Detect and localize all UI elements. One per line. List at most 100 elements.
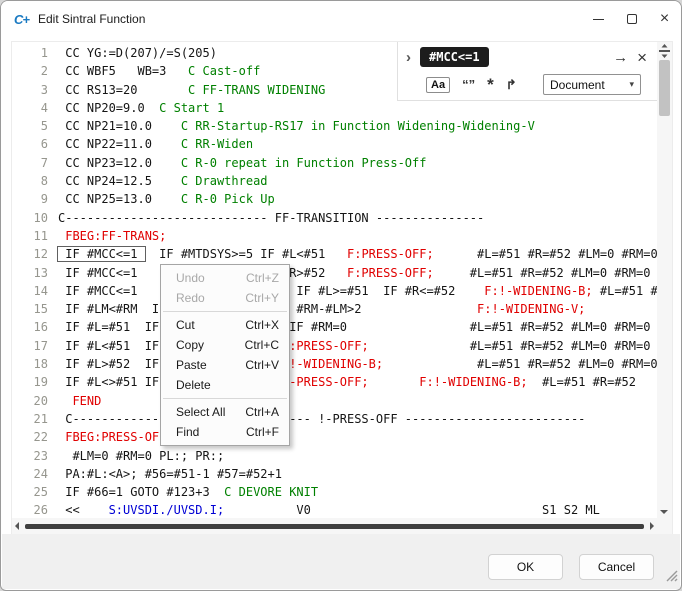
chevron-down-icon: ▾ <box>629 79 634 90</box>
line-number: 25 <box>12 483 48 501</box>
editor-context-menu: UndoCtrl+ZRedoCtrl+Y CutCtrl+XCopyCtrl+CP… <box>160 264 290 446</box>
sintral-code-editor: 1234567891011121314151617181920212223242… <box>11 41 673 535</box>
cancel-button[interactable]: Cancel <box>579 554 654 580</box>
code-segment: F:!-WIDENING-B; <box>275 357 383 371</box>
scroll-down-arrow-icon[interactable] <box>660 510 668 514</box>
code-line: #LM=0 #RM=0 PL:; PR:; <box>58 447 657 465</box>
code-segment: C RR-Widen <box>181 137 253 151</box>
scroll-left-arrow-icon[interactable] <box>15 522 19 530</box>
code-line: PA:#L:<A>; #56=#51-1 #57=#52+1 <box>58 465 657 483</box>
line-number: 20 <box>12 392 48 410</box>
code-segment: CC NP21=10.0 <box>58 119 181 133</box>
menu-item-copy[interactable]: CopyCtrl+C <box>161 335 289 355</box>
code-line: << S:UVSDI./UVSD.I; V0 S1 S2 ML <box>58 501 657 518</box>
menu-item-cut[interactable]: CutCtrl+X <box>161 315 289 335</box>
code-segment: FEND <box>58 394 101 408</box>
code-line: CC NP24=12.5 C Drawthread <box>58 172 657 190</box>
horizontal-scrollbar[interactable] <box>12 518 657 534</box>
code-line: CC NP20=9.0 C Start 1 <box>58 99 657 117</box>
edit-sintral-function-dialog: C+ Edit Sintral Function × 1234567891011… <box>0 0 682 591</box>
code-segment: FBEG:FF-TRANS; <box>58 229 166 243</box>
menu-item-label: Select All <box>176 405 225 419</box>
line-number: 10 <box>12 209 48 227</box>
menu-item-find[interactable]: FindCtrl+F <box>161 422 289 442</box>
code-line: CC NP25=13.0 C R-0 Pick Up <box>58 190 657 208</box>
line-number: 26 <box>12 501 48 518</box>
match-case-button[interactable]: Aa <box>426 77 450 93</box>
vertical-scrollbar[interactable] <box>657 42 672 518</box>
close-button[interactable]: × <box>648 1 681 37</box>
line-number: 12 <box>12 245 48 263</box>
line-number: 11 <box>12 227 48 245</box>
code-segment: IF #L=#51 IF #R=#52 IF #LM=0 IF #RM=0 #L… <box>58 320 650 334</box>
menu-item-shortcut: Ctrl+X <box>245 318 279 332</box>
minimize-icon <box>593 19 604 20</box>
code-segment: F:PRESS-OFF; <box>347 266 434 280</box>
code-line: IF #MCC<=1 IF #MTDSYS>=5 IF #R>#52 F:PRE… <box>58 264 657 282</box>
code-segment: CC YG:=D(207)/=S(205) <box>58 46 217 60</box>
search-scope-dropdown[interactable]: Document ▾ <box>543 74 641 95</box>
line-number: 6 <box>12 135 48 153</box>
code-segment: C---------------------------- FF-TRANSIT… <box>58 211 484 225</box>
ok-button[interactable]: OK <box>488 554 563 580</box>
code-segment: #L=#51 #R=#52 #LM=0 #RM=0 <box>434 266 651 280</box>
code-segment: C R-0 Pick Up <box>181 192 275 206</box>
search-scope-value: Document <box>550 78 605 92</box>
chevron-expand-icon[interactable]: › <box>406 50 411 65</box>
line-number: 1 <box>12 44 48 62</box>
line-number: 8 <box>12 172 48 190</box>
code-segment: CC NP23=12.0 <box>58 156 181 170</box>
menu-item-shortcut: Ctrl+Z <box>246 271 279 285</box>
line-number: 16 <box>12 318 48 336</box>
code-line: CC NP22=11.0 C RR-Widen <box>58 135 657 153</box>
menu-item-undo[interactable]: UndoCtrl+Z <box>161 268 289 288</box>
code-segment: C Cast-off <box>188 64 260 78</box>
code-segment: IF #66=1 GOTO #123+3 <box>58 485 224 499</box>
code-segment: CC NP22=11.0 <box>58 137 181 151</box>
code-segment: V0 S1 S2 ML <box>224 503 600 517</box>
code-line: C---------------------------- FF-TRANSIT… <box>58 209 657 227</box>
line-number: 15 <box>12 300 48 318</box>
minimize-button[interactable] <box>582 1 615 37</box>
split-view-handle[interactable] <box>659 44 670 58</box>
code-segment: FBEG:PRESS-OFF; <box>58 430 174 444</box>
find-next-icon[interactable]: → <box>613 49 628 66</box>
code-viewport[interactable]: 1234567891011121314151617181920212223242… <box>12 42 657 518</box>
search-query-input[interactable]: #MCC<=1 <box>420 47 489 67</box>
menu-item-select-all[interactable]: Select AllCtrl+A <box>161 402 289 422</box>
code-line: IF #66=1 GOTO #123+3 C DEVORE KNIT <box>58 483 657 501</box>
code-segment: C Drawthread <box>181 174 268 188</box>
line-number: 19 <box>12 373 48 391</box>
code-segment: C--------------------------------- !-PRE… <box>58 412 585 426</box>
wildcard-icon[interactable]: * <box>487 80 494 90</box>
code-segment: C R-0 repeat in Function Press-Off <box>181 156 427 170</box>
code-segment: F:PRESS-OFF; <box>282 339 369 353</box>
find-panel: › #MCC<=1 → × Aa “” * ↱ Document ▾ <box>397 42 657 101</box>
search-match-highlight: IF #MCC<=1 <box>58 247 145 261</box>
code-segment: IF #MTDSYS>=5 IF #L<#51 <box>145 247 347 261</box>
maximize-button[interactable] <box>615 1 648 37</box>
code-segment: << <box>58 503 109 517</box>
search-direction-icon[interactable]: ↱ <box>506 77 517 93</box>
code-area[interactable]: CC YG:=D(207)/=S(205) CC WBF5 WB=3 C Cas… <box>52 42 657 518</box>
horizontal-scrollbar-thumb[interactable] <box>25 524 644 529</box>
code-segment: #LM=0 #RM=0 PL:; PR:; <box>58 449 224 463</box>
menu-item-paste[interactable]: PasteCtrl+V <box>161 355 289 375</box>
find-close-icon[interactable]: × <box>637 49 647 66</box>
vertical-scrollbar-thumb[interactable] <box>659 60 670 116</box>
titlebar[interactable]: C+ Edit Sintral Function × <box>1 1 681 37</box>
menu-item-delete[interactable]: Delete <box>161 375 289 395</box>
resize-grip[interactable] <box>665 569 678 587</box>
code-segment: CC NP20=9.0 <box>58 101 159 115</box>
menu-item-label: Find <box>176 425 199 439</box>
code-segment: PA:#L:<A>; #56=#51-1 #57=#52+1 <box>58 467 282 481</box>
window-controls: × <box>582 1 681 37</box>
line-number: 21 <box>12 410 48 428</box>
menu-item-shortcut: Ctrl+C <box>245 338 279 352</box>
scroll-right-arrow-icon[interactable] <box>650 522 654 530</box>
whole-word-icon[interactable]: “” <box>462 77 475 92</box>
code-segment: CC NP24=12.5 <box>58 174 181 188</box>
menu-separator <box>163 311 287 312</box>
code-segment: C FF-TRANS WIDENING <box>188 83 325 97</box>
menu-item-redo[interactable]: RedoCtrl+Y <box>161 288 289 308</box>
